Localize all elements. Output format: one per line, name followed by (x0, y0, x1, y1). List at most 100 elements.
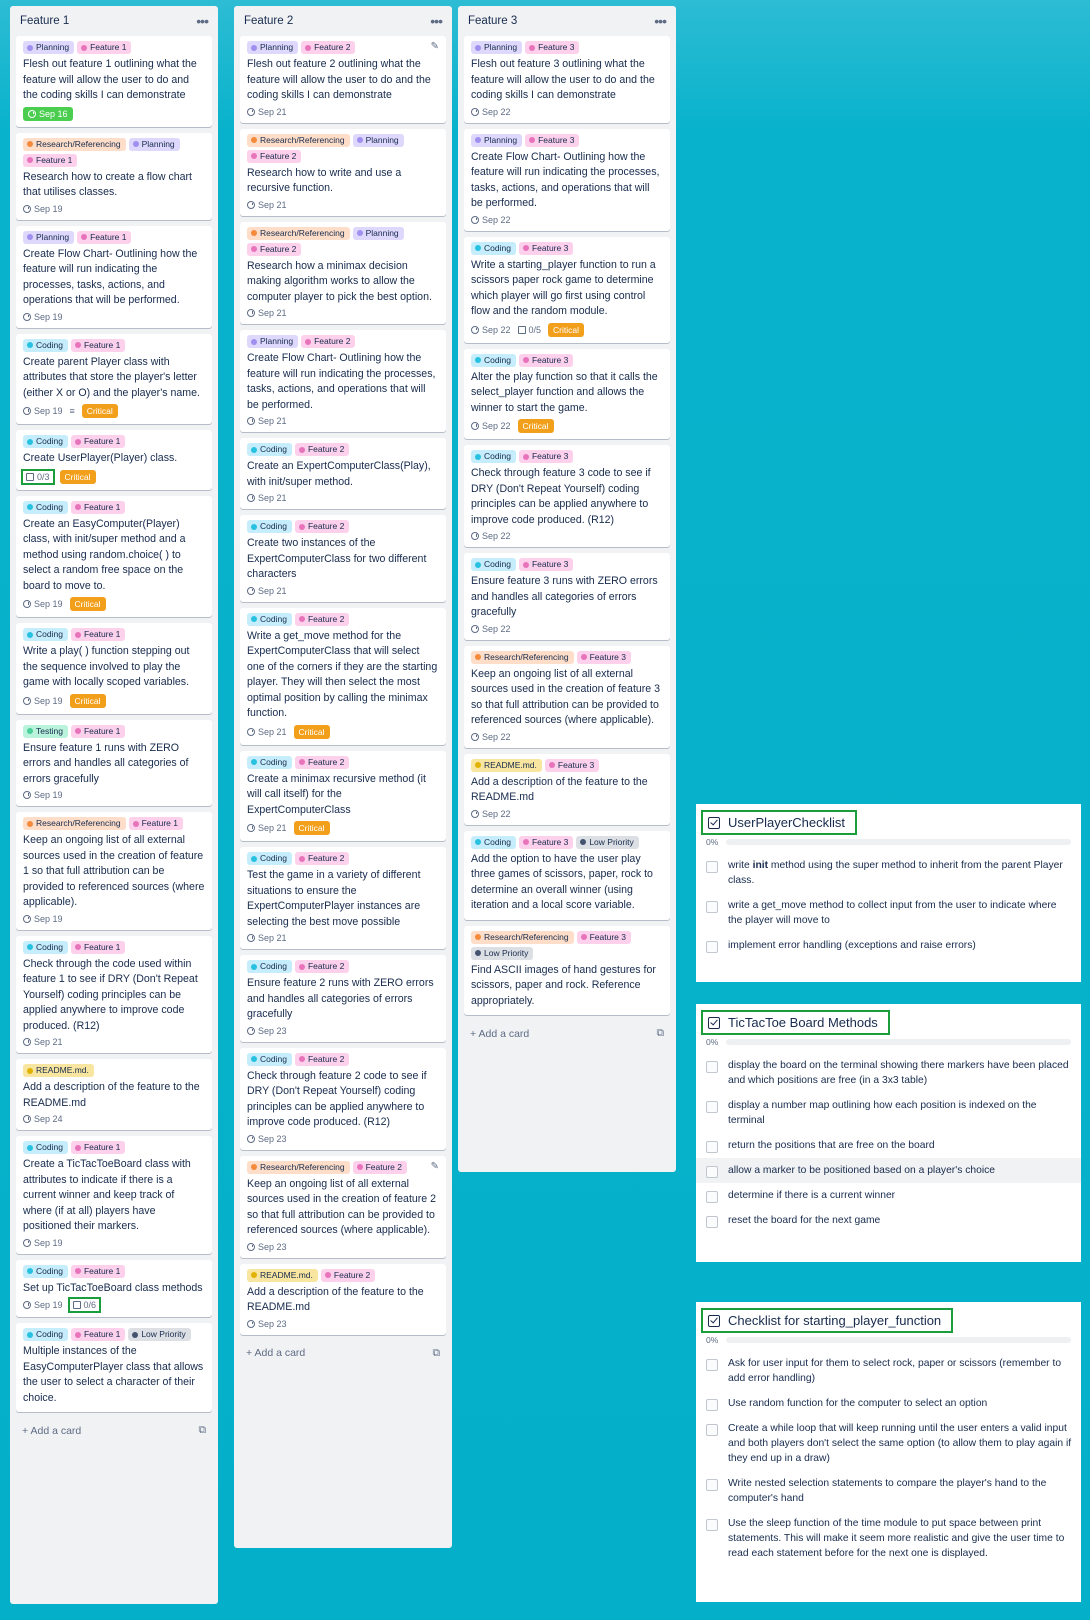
label-feature-1[interactable]: Feature 1 (70, 1264, 126, 1278)
due-date-badge[interactable]: Sep 23 (247, 1134, 287, 1144)
checklist-badge[interactable]: 0/5 (517, 325, 541, 335)
label-coding[interactable]: Coding (471, 450, 516, 463)
checkbox[interactable] (706, 1166, 718, 1178)
card[interactable]: Research/Referencing Planning Feature 1 Res… (16, 132, 212, 220)
card[interactable]: Coding Feature 2 Create an ExpertComputerC… (240, 438, 446, 509)
due-date-badge[interactable]: Sep 22 (471, 421, 511, 431)
label-planning[interactable]: Planning (471, 133, 523, 147)
card[interactable]: Coding Feature 3 Ensure feature 3 runs wit… (464, 553, 670, 640)
label-feature-3[interactable]: Feature 3 (525, 41, 580, 54)
due-date-badge[interactable]: Sep 23 (247, 1242, 287, 1252)
label-coding[interactable]: Coding (247, 612, 292, 626)
due-date-badge[interactable]: Sep 19 (23, 312, 63, 322)
checkbox[interactable] (706, 1479, 718, 1491)
due-date-badge[interactable]: Sep 23 (247, 1319, 287, 1329)
card[interactable]: README.md. Feature 2 Add a description of … (240, 1263, 446, 1335)
label-feature-1[interactable]: Feature 1 (70, 435, 126, 448)
label-planning[interactable]: Planning (471, 41, 523, 54)
label-coding[interactable]: Coding (471, 558, 516, 571)
label-coding[interactable]: Coding (247, 755, 292, 769)
due-date-badge[interactable]: Sep 22 (471, 325, 511, 335)
label-feature-1[interactable]: Feature 1 (70, 1328, 126, 1341)
checklist-badge[interactable]: 0/3 (21, 468, 55, 485)
label-feature-3[interactable]: Feature 3 (518, 241, 574, 255)
due-date-badge[interactable]: Sep 21 (247, 107, 287, 117)
card[interactable]: Planning Feature 3 Flesh out feature 3 out… (464, 36, 670, 123)
label-coding[interactable]: Coding (23, 628, 68, 641)
checkbox[interactable] (706, 1191, 718, 1203)
template-icon[interactable]: ⧉ (657, 1027, 665, 1040)
label-coding[interactable]: Coding (247, 852, 292, 865)
checklist-item[interactable]: Write nested selection statements to com… (696, 1471, 1081, 1511)
checklist-item[interactable]: return the positions that are free on th… (696, 1133, 1081, 1158)
due-date-badge[interactable]: Sep 24 (23, 1114, 63, 1124)
due-date-badge[interactable]: Sep 23 (247, 1026, 287, 1036)
due-date-badge[interactable]: Sep 21 (247, 586, 287, 596)
label-coding[interactable]: Coding (23, 435, 68, 448)
label-research-referencing[interactable]: Research/Referencing (247, 1160, 350, 1174)
checklist-item[interactable]: determine if there is a current winner (696, 1183, 1081, 1208)
due-date-badge[interactable]: Sep 22 (471, 809, 511, 819)
edit-pencil-icon[interactable]: ✎ (431, 1161, 439, 1172)
label-coding[interactable]: Coding (247, 443, 292, 456)
label-feature-3[interactable]: Feature 3 (518, 450, 574, 463)
due-date-badge[interactable]: Sep 22 (471, 107, 511, 117)
card[interactable]: Coding Feature 1 Write a play( ) function … (16, 623, 212, 714)
due-date-badge[interactable]: Sep 19 (23, 1300, 63, 1310)
card[interactable]: README.md. Add a description of the featu… (16, 1059, 212, 1130)
due-date-badge[interactable]: Sep 21 (247, 493, 287, 503)
card[interactable]: Planning Feature 2 Create Flow Chart- Outl… (240, 330, 446, 432)
due-date-badge[interactable]: Sep 21 (247, 308, 287, 318)
add-card-button[interactable]: + Add a card ⧉ (464, 1021, 670, 1046)
card[interactable]: Planning Feature 1 Flesh out feature 1 out… (16, 36, 212, 127)
card[interactable]: Coding Feature 2 Write a get_move method f… (240, 607, 446, 745)
label-coding[interactable]: Coding (23, 1264, 68, 1278)
due-date-badge[interactable]: Sep 21 (247, 416, 287, 426)
label-feature-2[interactable]: Feature 2 (352, 1160, 407, 1174)
template-icon[interactable]: ⧉ (433, 1347, 441, 1360)
card[interactable]: Research/Referencing Feature 3 Low Priorit… (464, 925, 670, 1015)
label-feature-3[interactable]: Feature 3 (525, 133, 580, 147)
list-menu-icon[interactable]: ••• (196, 13, 209, 29)
checkbox[interactable] (706, 1101, 718, 1113)
add-card-button[interactable]: + Add a card ⧉ (16, 1418, 212, 1443)
label-planning[interactable]: Planning (247, 41, 299, 54)
label-low-priority[interactable]: Low Priority (128, 1328, 191, 1341)
card[interactable]: Coding Feature 2 Ensure feature 2 runs wit… (240, 955, 446, 1042)
checklist-item[interactable]: Use random function for the computer to … (696, 1391, 1081, 1416)
card[interactable]: Coding Feature 2 Test the game in a variet… (240, 847, 446, 949)
card[interactable]: Coding Feature 1 Create an EasyComputer(Pl… (16, 495, 212, 617)
label-feature-2[interactable]: Feature 2 (294, 852, 350, 865)
due-date-badge[interactable]: Sep 21 (247, 823, 287, 833)
label-feature-1[interactable]: Feature 1 (77, 230, 132, 244)
due-date-badge[interactable]: Sep 19 (23, 406, 63, 416)
label-research-referencing[interactable]: Research/Referencing (247, 226, 350, 240)
label-coding[interactable]: Coding (247, 520, 292, 533)
card[interactable]: Research/Referencing Feature 1 Keep an ong… (16, 812, 212, 930)
checklist-item[interactable]: allow a marker to be positioned based on… (696, 1158, 1081, 1183)
label-feature-3[interactable]: Feature 3 (576, 650, 631, 664)
card[interactable]: Planning Feature 3 Create Flow Chart- Outl… (464, 128, 670, 231)
label-readme-md[interactable]: README.md. (23, 1064, 94, 1077)
checkbox[interactable] (706, 1061, 718, 1073)
checkbox[interactable] (706, 901, 718, 913)
add-card-button[interactable]: + Add a card ⧉ (240, 1341, 446, 1366)
label-research-referencing[interactable]: Research/Referencing (471, 650, 574, 664)
due-date-badge[interactable]: Sep 19 (23, 790, 63, 800)
label-planning[interactable]: Planning (247, 335, 299, 348)
card[interactable]: ✎ Planning Feature 2 Flesh out feature 2 ou… (240, 36, 446, 123)
checklist-item[interactable]: reset the board for the next game (696, 1208, 1081, 1233)
label-coding[interactable]: Coding (23, 338, 68, 352)
label-feature-2[interactable]: Feature 2 (247, 149, 302, 163)
due-date-badge[interactable]: Sep 19 (23, 696, 63, 706)
label-coding[interactable]: Coding (23, 500, 68, 514)
label-research-referencing[interactable]: Research/Referencing (471, 930, 574, 944)
label-planning[interactable]: Planning (352, 226, 404, 240)
card[interactable]: Coding Feature 2 Create two instances of t… (240, 515, 446, 602)
list-menu-icon[interactable]: ••• (654, 13, 667, 29)
checkbox[interactable] (706, 1424, 718, 1436)
checklist-item[interactable]: write a get_move method to collect input… (696, 893, 1081, 933)
label-feature-3[interactable]: Feature 3 (518, 835, 574, 849)
label-feature-2[interactable]: Feature 2 (301, 41, 356, 54)
label-planning[interactable]: Planning (23, 41, 75, 54)
